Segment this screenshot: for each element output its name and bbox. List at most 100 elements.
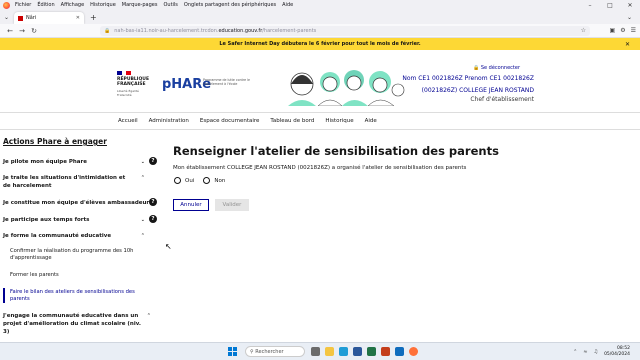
menu-aide[interactable]: Aide bbox=[282, 2, 293, 8]
sidebar: Actions Phare à engager Je pilote mon éq… bbox=[0, 130, 160, 342]
cancel-button[interactable]: Annuler bbox=[173, 199, 209, 211]
clock[interactable]: 08:52 05/04/2024 bbox=[604, 346, 630, 358]
firefox-icon[interactable] bbox=[3, 1, 10, 9]
sidebar-subitem-bilan-ateliers[interactable]: Faire le bilan des ateliers de sensibili… bbox=[10, 289, 140, 303]
new-tab-icon[interactable]: + bbox=[90, 13, 97, 22]
radio-non-circle[interactable] bbox=[203, 177, 211, 184]
chevron-up-icon[interactable]: ⌃ bbox=[147, 312, 151, 320]
chevron-up-icon[interactable]: ⌃ bbox=[141, 232, 145, 240]
establishment-name: (0021826Z) COLLEGE JEAN ROSTAND bbox=[421, 87, 534, 94]
menu-marque-pages[interactable]: Marque-pages bbox=[122, 2, 158, 8]
browser-menu-bar: Fichier Édition Affichage Historique Mar… bbox=[0, 0, 640, 10]
chevron-down-icon[interactable]: ⌄ bbox=[141, 216, 145, 224]
main-content: Renseigner l'atelier de sensibilisation … bbox=[172, 130, 632, 342]
close-window-icon[interactable]: ✕ bbox=[620, 2, 640, 9]
tray-chevron-icon[interactable]: ⌃ bbox=[573, 349, 577, 355]
minimize-icon[interactable]: – bbox=[580, 2, 600, 9]
children-illustration bbox=[288, 70, 405, 106]
help-icon[interactable]: ? bbox=[149, 198, 157, 206]
wifi-icon[interactable]: ≈ bbox=[583, 349, 587, 355]
bookmark-star-icon[interactable]: ☆ bbox=[581, 27, 586, 34]
maximize-icon[interactable]: □ bbox=[600, 2, 620, 9]
sidebar-subitem-programme-10h[interactable]: Confirmer la réalisation du programme de… bbox=[10, 248, 140, 262]
menu-edition[interactable]: Édition bbox=[37, 2, 54, 8]
sidebar-item-temps-forts[interactable]: Je participe aux temps forts ⌄ ? bbox=[3, 215, 157, 224]
menu-affichage[interactable]: Affichage bbox=[61, 2, 85, 8]
nav-tableau-de-bord[interactable]: Tableau de bord bbox=[270, 118, 314, 124]
url-prefix: nah-bas-ia11.noir-au-harcelement.trcdon. bbox=[114, 27, 219, 34]
radio-oui-circle[interactable] bbox=[174, 177, 181, 184]
main-navigation: Accueil Administration Espace documentai… bbox=[0, 112, 640, 130]
window-controls: – □ ✕ bbox=[580, 2, 640, 9]
devise: Liberté Égalité Fraternité bbox=[117, 89, 139, 97]
windows-start-icon[interactable] bbox=[228, 347, 237, 356]
edge-icon[interactable] bbox=[339, 347, 348, 356]
forward-icon[interactable]: → bbox=[16, 27, 28, 35]
favicon-icon bbox=[18, 15, 23, 21]
logout-lock-icon: 🔒 bbox=[473, 65, 481, 71]
word-icon[interactable] bbox=[353, 347, 362, 356]
toolbar-right: ▣ ⚙ ☰ bbox=[605, 27, 636, 34]
lock-icon[interactable]: 🔒 bbox=[104, 28, 110, 34]
back-icon[interactable]: ← bbox=[4, 27, 16, 35]
help-icon[interactable]: ? bbox=[149, 157, 157, 165]
navigation-bar: ← → ↻ 🔒 nah-bas-ia11.noir-au-harcelement… bbox=[0, 24, 640, 38]
chevron-down-icon[interactable]: ⌄ bbox=[627, 14, 632, 21]
sidebar-item-climat-scolaire[interactable]: J'engage la communauté educative dans un… bbox=[3, 312, 151, 336]
validate-button[interactable]: Valider bbox=[215, 199, 249, 211]
system-tray: ⌃ ≈ ♫ 08:52 05/04/2024 bbox=[573, 346, 630, 358]
radio-non[interactable]: Non bbox=[203, 177, 225, 184]
reload-icon[interactable]: ↻ bbox=[28, 27, 40, 35]
sidebar-item-situations[interactable]: Je traite les situations d'intimidation … bbox=[3, 174, 145, 190]
tab-title: Nâri bbox=[26, 15, 37, 21]
nav-administration[interactable]: Administration bbox=[149, 118, 189, 124]
sidebar-title: Actions Phare à engager bbox=[3, 137, 107, 146]
banner-text: Le Safer Internet Day débutera le 6 févr… bbox=[219, 41, 421, 47]
sidebar-item-label: Je constitue mon équipe d'élèves ambassa… bbox=[3, 200, 153, 206]
task-view-icon[interactable] bbox=[311, 347, 320, 356]
powerpoint-icon[interactable] bbox=[381, 347, 390, 356]
radio-oui-label: Oui bbox=[185, 177, 195, 184]
nav-aide[interactable]: Aide bbox=[365, 118, 377, 124]
close-banner-icon[interactable]: ✕ bbox=[625, 41, 630, 48]
volume-icon[interactable]: ♫ bbox=[594, 349, 598, 355]
nav-historique[interactable]: Historique bbox=[325, 118, 353, 124]
republique-francaise-logo[interactable]: RÉPUBLIQUE FRANÇAISE Liberté Égalité Fra… bbox=[117, 71, 153, 97]
taskbar-search[interactable]: ⚲ Rechercher bbox=[245, 346, 305, 357]
file-explorer-icon[interactable] bbox=[325, 347, 334, 356]
sidebar-item-label: J'engage la communauté educative dans un… bbox=[3, 313, 141, 335]
clock-date: 05/04/2024 bbox=[604, 352, 630, 357]
address-bar[interactable]: 🔒 nah-bas-ia11.noir-au-harcelement.trcdo… bbox=[100, 25, 590, 36]
radio-non-label: Non bbox=[214, 177, 226, 184]
excel-icon[interactable] bbox=[367, 347, 376, 356]
menu-outils[interactable]: Outils bbox=[163, 2, 177, 8]
close-tab-icon[interactable]: ✕ bbox=[76, 15, 80, 21]
logout-link[interactable]: 🔒 Se déconnecter bbox=[473, 65, 520, 71]
tab-bar: ⌄ Nâri ✕ + ⌄ bbox=[0, 10, 640, 24]
menu-onglets-partages[interactable]: Onglets partagent des périphériques bbox=[184, 2, 276, 8]
phare-tagline: Programme de lutte contre le harcèlement… bbox=[203, 78, 250, 86]
browser-tab[interactable]: Nâri ✕ bbox=[14, 12, 84, 24]
chevron-down-icon[interactable]: ⌄ bbox=[141, 158, 145, 166]
active-indicator bbox=[3, 288, 5, 303]
extensions-icon[interactable]: ⚙ bbox=[620, 27, 625, 34]
nav-espace-documentaire[interactable]: Espace documentaire bbox=[200, 118, 260, 124]
sidebar-item-forme-communaute[interactable]: Je forme la communauté educative ⌃ bbox=[3, 232, 153, 240]
sidebar-item-ambassadeurs[interactable]: Je constitue mon équipe d'élèves ambassa… bbox=[3, 198, 157, 207]
page-description: Mon établissement COLLEGE JEAN ROSTAND (… bbox=[173, 165, 467, 171]
tab-list-icon[interactable]: ⌄ bbox=[4, 14, 14, 21]
chevron-up-icon[interactable]: ⌃ bbox=[141, 174, 145, 182]
menu-fichier[interactable]: Fichier bbox=[15, 2, 31, 8]
outlook-icon[interactable] bbox=[395, 347, 404, 356]
sidebar-subitem-former-parents[interactable]: Former les parents bbox=[10, 272, 140, 279]
menu-hamburger-icon[interactable]: ☰ bbox=[631, 27, 636, 34]
sidebar-item-pilote[interactable]: Je pilote mon équipe Phare ⌄ ? bbox=[3, 157, 157, 166]
sidebar-item-label: Je traite les situations d'intimidation … bbox=[3, 175, 126, 189]
menu-historique[interactable]: Historique bbox=[90, 2, 116, 8]
radio-oui[interactable]: Oui bbox=[174, 177, 194, 184]
help-icon[interactable]: ? bbox=[149, 215, 157, 223]
firefox-taskbar-icon[interactable] bbox=[409, 347, 418, 356]
windows-taskbar: ⚲ Rechercher ⌃ ≈ ♫ 08:52 05/04/2024 bbox=[0, 342, 640, 360]
pocket-icon[interactable]: ▣ bbox=[610, 27, 616, 34]
nav-accueil[interactable]: Accueil bbox=[118, 118, 138, 124]
